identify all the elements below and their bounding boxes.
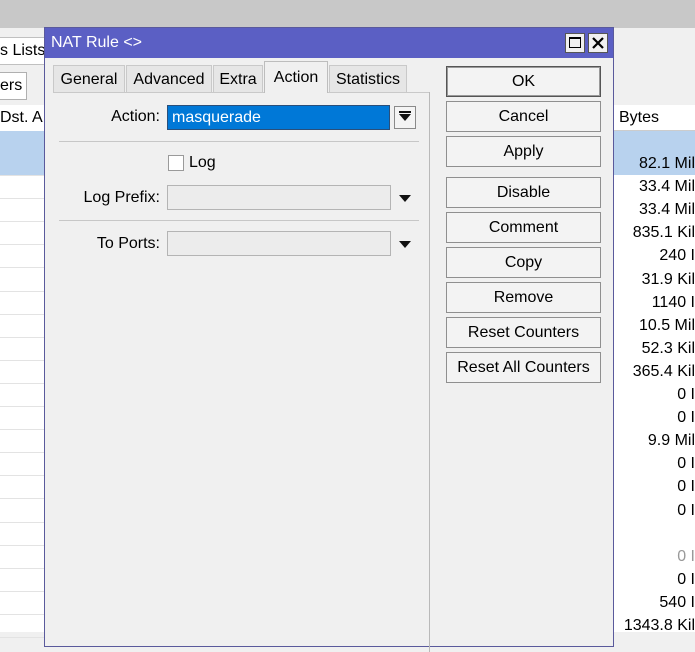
table-row[interactable]: 33.4 Mil [614, 198, 695, 221]
table-row[interactable] [0, 545, 44, 569]
table-row[interactable] [0, 244, 44, 269]
dialog-titlebar[interactable]: NAT Rule <> [45, 28, 613, 58]
table-row[interactable]: 0 I [614, 499, 695, 522]
tab-panel-border [53, 92, 430, 93]
table-row[interactable]: 835.1 Kil [614, 221, 695, 244]
action-dropdown-button[interactable] [394, 106, 416, 129]
table-row[interactable]: 0 I [614, 452, 695, 475]
table-row[interactable]: 82.1 Mil [614, 152, 695, 175]
background-table-bytes: 82.1 Mil 33.4 Mil 33.4 Mil 835.1 Kil 240 I 31… [614, 131, 695, 634]
tab-advanced[interactable]: Advanced [126, 65, 212, 93]
table-row[interactable]: 0 I [614, 475, 695, 498]
action-select[interactable]: masquerade [167, 105, 390, 130]
table-row[interactable] [0, 337, 44, 361]
reset-all-counters-button[interactable]: Reset All Counters [446, 352, 601, 383]
separator-action [59, 141, 419, 142]
table-row[interactable]: 1343.8 Kil [614, 614, 695, 637]
table-row[interactable]: 33.4 Mil [614, 175, 695, 198]
background-table-left [0, 131, 44, 638]
table-row[interactable]: 0 I [614, 406, 695, 429]
table-row[interactable] [0, 152, 44, 176]
reset-counters-button[interactable]: Reset Counters [446, 317, 601, 348]
table-row[interactable]: 540 I [614, 591, 695, 614]
table-row[interactable] [0, 291, 44, 315]
dropdown-bar-icon [399, 111, 411, 113]
table-row[interactable] [0, 131, 44, 152]
ok-button[interactable]: OK [446, 66, 601, 97]
table-row[interactable]: 365.4 Kil [614, 360, 695, 383]
to-ports-input[interactable] [167, 231, 391, 256]
cancel-button[interactable]: Cancel [446, 101, 601, 132]
table-row[interactable]: 10.5 Mil [614, 314, 695, 337]
log-prefix-input[interactable] [167, 185, 391, 210]
table-row[interactable] [0, 314, 44, 338]
background-filter-button[interactable]: ers [0, 72, 28, 100]
table-row[interactable]: 31.9 Kil [614, 268, 695, 291]
table-row[interactable] [0, 198, 44, 223]
table-row[interactable]: 1140 I [614, 291, 695, 314]
close-icon[interactable] [588, 33, 608, 53]
nat-rule-dialog: NAT Rule <> General Advanced Extra Actio… [44, 27, 614, 652]
table-row[interactable] [0, 406, 44, 431]
action-label: Action: [111, 108, 160, 125]
table-row[interactable] [0, 383, 44, 407]
separator-log [59, 220, 419, 221]
table-row[interactable] [0, 268, 44, 292]
column-header-dst-address[interactable]: Dst. A [0, 105, 44, 132]
to-ports-dropdown-icon[interactable] [399, 241, 411, 248]
log-prefix-label: Log Prefix: [83, 189, 160, 206]
remove-button[interactable]: Remove [446, 282, 601, 313]
dropdown-arrow-icon [399, 114, 411, 121]
table-row[interactable] [0, 452, 44, 477]
table-row[interactable] [0, 221, 44, 246]
column-header-bytes[interactable]: Bytes [614, 105, 695, 131]
tab-action[interactable]: Action [264, 61, 328, 93]
table-row[interactable] [0, 499, 44, 523]
apply-button[interactable]: Apply [446, 136, 601, 167]
table-row[interactable]: 9.9 Mil [614, 429, 695, 452]
panel-separator [429, 92, 430, 652]
table-row[interactable] [0, 475, 44, 500]
table-row[interactable] [0, 568, 44, 592]
table-row[interactable] [0, 175, 44, 200]
table-row[interactable] [0, 522, 44, 546]
table-row[interactable]: 0 I [614, 545, 695, 568]
table-row[interactable] [0, 360, 44, 384]
tab-extra[interactable]: Extra [213, 65, 263, 93]
to-ports-label: To Ports: [96, 235, 160, 252]
table-row[interactable] [0, 614, 44, 638]
log-prefix-dropdown-icon[interactable] [399, 195, 411, 202]
table-row[interactable] [0, 429, 44, 454]
tab-statistics[interactable]: Statistics [329, 65, 407, 93]
disable-button[interactable]: Disable [446, 177, 601, 208]
background-window-titlebar [0, 0, 695, 28]
table-row[interactable]: 52.3 Kil [614, 337, 695, 360]
comment-button[interactable]: Comment [446, 212, 601, 243]
table-row[interactable]: 240 I [614, 244, 695, 267]
maximize-icon[interactable] [565, 33, 585, 53]
table-row[interactable] [614, 131, 695, 152]
table-row[interactable]: 0 I [614, 568, 695, 591]
table-row[interactable]: 0 I [614, 383, 695, 406]
tab-general[interactable]: General [53, 65, 125, 93]
copy-button[interactable]: Copy [446, 247, 601, 278]
dialog-title: NAT Rule <> [51, 34, 143, 51]
table-row[interactable] [614, 522, 695, 545]
table-row[interactable] [0, 591, 44, 615]
log-checkbox[interactable] [168, 155, 184, 171]
log-label: Log [189, 154, 216, 171]
